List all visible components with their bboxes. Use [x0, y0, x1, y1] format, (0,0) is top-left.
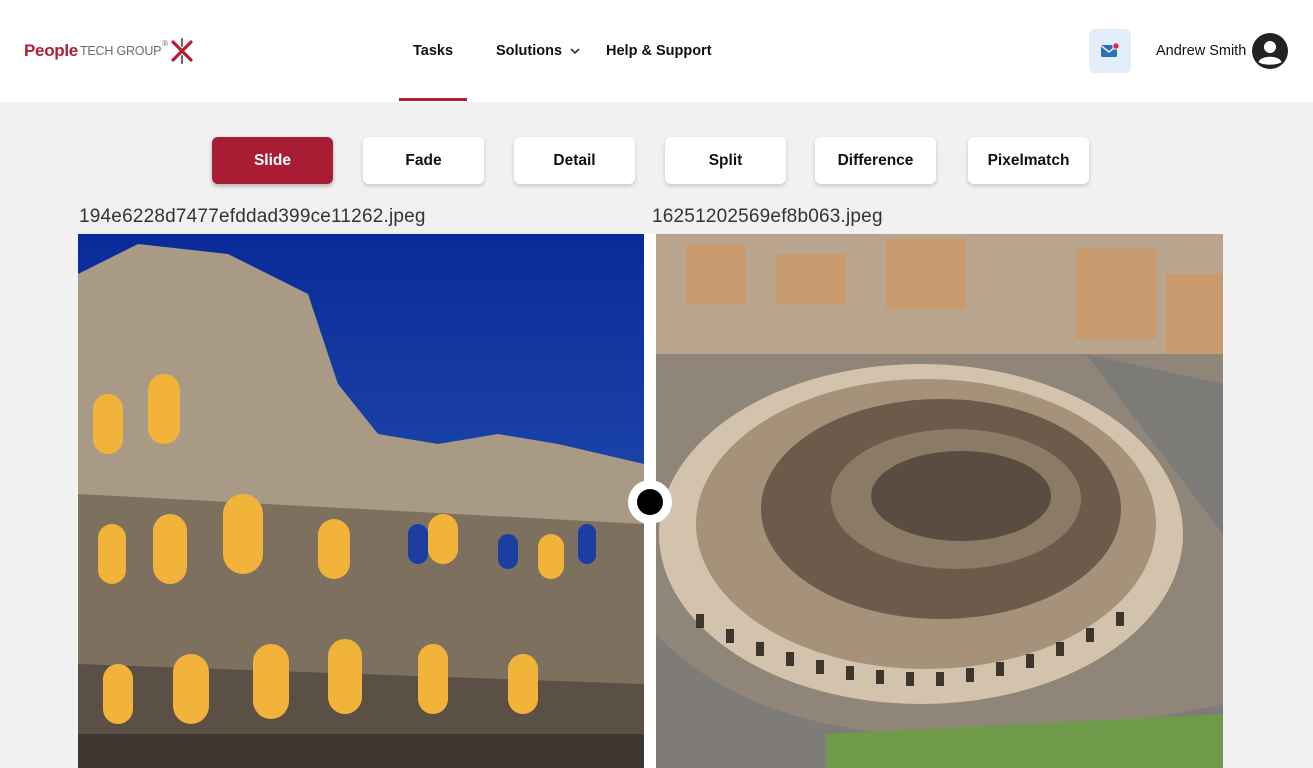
chevron-down-icon [570, 43, 580, 59]
nav-tasks[interactable]: Tasks [399, 0, 467, 102]
left-file-name: 194e6228d7477efddad399ce11262.jpeg [79, 206, 426, 227]
slider-handle-dot [637, 489, 663, 515]
right-file-name: 16251202569ef8b063.jpeg [652, 206, 883, 227]
right-image [656, 234, 1223, 768]
mode-split-button[interactable]: Split [665, 137, 786, 184]
mode-fade-button[interactable]: Fade [363, 137, 484, 184]
user-circle-icon[interactable] [1252, 33, 1288, 69]
mode-detail-button[interactable]: Detail [514, 137, 635, 184]
nav-help-support[interactable]: Help & Support [606, 0, 712, 102]
slider-handle[interactable] [628, 480, 672, 524]
logo-mark-icon [171, 37, 193, 65]
mode-pixelmatch-button[interactable]: Pixelmatch [968, 137, 1089, 184]
people-tech-group-logo[interactable]: People TECH GROUP ® [24, 36, 196, 66]
mail-button[interactable] [1089, 29, 1131, 73]
mode-difference-button[interactable]: Difference [815, 137, 936, 184]
mail-notification-icon [1101, 42, 1120, 57]
nav-solutions[interactable]: Solutions [496, 0, 580, 102]
user-name[interactable]: Andrew Smith [1156, 0, 1246, 102]
top-header: People TECH GROUP ® Tasks Solutions Help… [0, 0, 1313, 102]
mode-slide-button[interactable]: Slide [212, 137, 333, 184]
left-image [78, 234, 644, 768]
